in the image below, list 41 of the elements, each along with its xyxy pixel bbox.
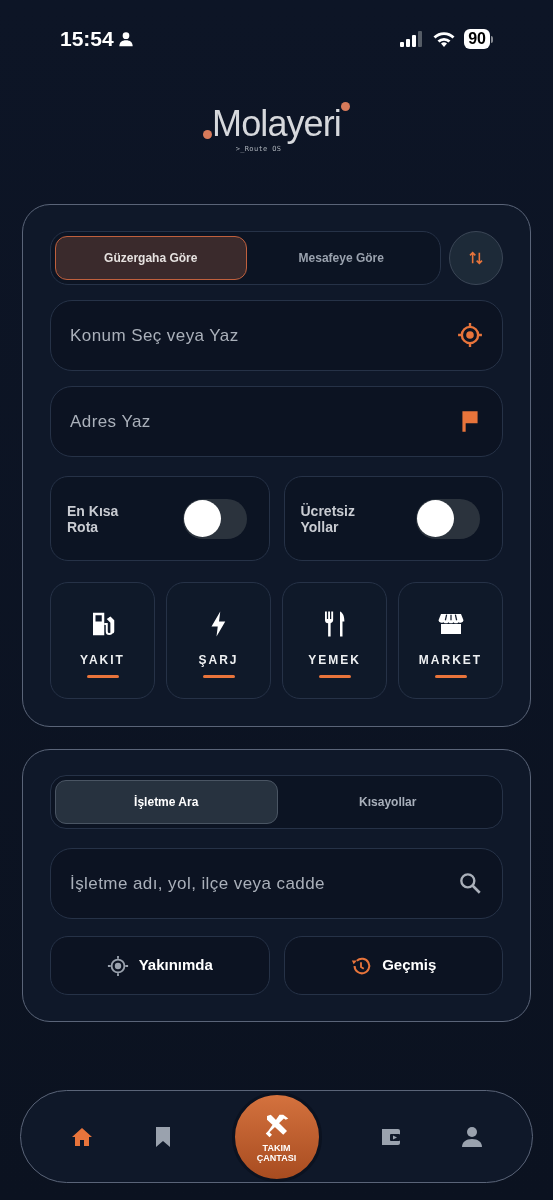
category-label: ŞARJ bbox=[198, 652, 239, 669]
destination-field[interactable]: Adres Yaz bbox=[50, 386, 503, 457]
underline-bar bbox=[318, 675, 351, 678]
option-label: Ücretsiz Yollar bbox=[300, 502, 356, 535]
category-label: YAKIT bbox=[80, 652, 125, 669]
route-mode-tab[interactable]: Mesafeye Göre bbox=[246, 236, 436, 280]
option-label: En Kısa Rota bbox=[67, 502, 120, 535]
toolkit-button[interactable]: TAKIM ÇANTASI bbox=[231, 1091, 322, 1182]
toolkit-label: TAKIM ÇANTASI bbox=[255, 1142, 298, 1163]
toggle-switch[interactable] bbox=[416, 498, 480, 539]
category-button[interactable]: MARKET bbox=[398, 582, 503, 699]
target-icon bbox=[106, 954, 129, 977]
search-field[interactable]: İşletme adı, yol, ilçe veya cadde bbox=[50, 848, 503, 919]
underline-bar bbox=[434, 675, 467, 678]
quick-action-label: Geçmiş bbox=[382, 955, 437, 976]
search-tab[interactable]: İşletme Ara bbox=[55, 780, 278, 824]
category-label: MARKET bbox=[418, 652, 483, 669]
status-time: 15:54 bbox=[60, 26, 114, 53]
category-button[interactable]: YEMEK bbox=[282, 582, 387, 699]
wifi-icon bbox=[432, 30, 457, 48]
logo-text: Molayeri bbox=[212, 104, 341, 144]
target-icon bbox=[457, 322, 483, 348]
person-icon bbox=[117, 31, 134, 47]
search-tab[interactable]: Kısayollar bbox=[277, 780, 498, 824]
category-label: YEMEK bbox=[308, 652, 361, 669]
underline-bar bbox=[86, 675, 119, 678]
search-icon bbox=[457, 870, 483, 896]
toggle-switch[interactable] bbox=[182, 498, 247, 539]
signal-icon bbox=[400, 31, 425, 47]
profile-icon[interactable] bbox=[459, 1124, 484, 1149]
category-button[interactable]: ŞARJ bbox=[166, 582, 271, 699]
swap-arrows-icon bbox=[468, 250, 484, 266]
quick-action-button[interactable]: Yakınımda bbox=[50, 936, 270, 995]
underline-bar bbox=[202, 675, 235, 678]
category-button[interactable]: YAKIT bbox=[50, 582, 155, 699]
swap-button[interactable] bbox=[449, 231, 503, 285]
route-mode-tab[interactable]: Güzergaha Göre bbox=[55, 236, 247, 280]
quick-action-button[interactable]: Geçmiş bbox=[283, 936, 503, 995]
battery-level: 90 bbox=[464, 29, 490, 49]
quick-action-label: Yakınımda bbox=[138, 955, 213, 976]
start-field[interactable]: Konum Seç veya Yaz bbox=[50, 300, 503, 371]
